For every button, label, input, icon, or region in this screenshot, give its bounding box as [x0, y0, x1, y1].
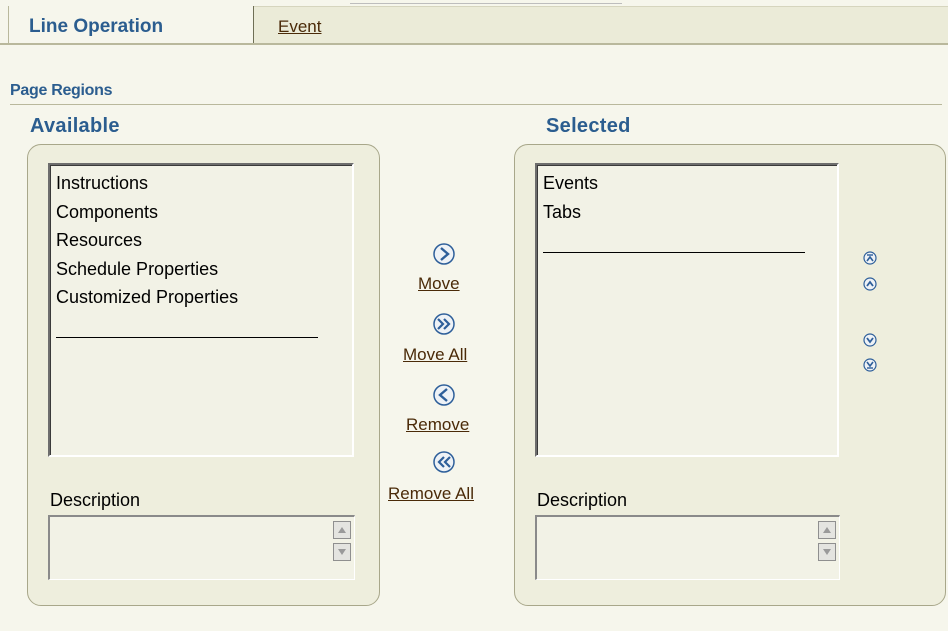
- move-up-icon[interactable]: [863, 277, 877, 291]
- scroll-up-button[interactable]: [818, 521, 836, 539]
- remove-icon[interactable]: [432, 383, 456, 407]
- available-title: Available: [30, 115, 120, 137]
- selected-description-field[interactable]: [535, 515, 840, 580]
- remove-link[interactable]: Remove: [406, 415, 469, 435]
- tab-bar: Line Operation Event: [0, 0, 948, 45]
- move-all-link[interactable]: Move All: [403, 345, 467, 365]
- available-panel: Instructions Components Resources Schedu…: [27, 144, 380, 606]
- tab-event-strip: Event: [254, 6, 948, 45]
- scroll-up-button[interactable]: [333, 521, 351, 539]
- remove-all-icon[interactable]: [432, 450, 456, 474]
- scroll-down-icon: [823, 549, 831, 555]
- available-description-label: Description: [50, 490, 141, 510]
- move-all-icon[interactable]: [432, 312, 456, 336]
- move-link[interactable]: Move: [418, 274, 460, 294]
- move-down-icon[interactable]: [863, 333, 877, 347]
- list-item[interactable]: Components: [56, 202, 158, 223]
- list-item[interactable]: Instructions: [56, 173, 148, 194]
- selected-title: Selected: [546, 115, 631, 137]
- tab-bar-topline: [350, 3, 622, 4]
- list-item[interactable]: Resources: [56, 230, 142, 251]
- move-to-bottom-icon[interactable]: [863, 358, 877, 372]
- selected-panel: Events Tabs Description: [514, 144, 946, 606]
- selected-description-label: Description: [537, 490, 628, 510]
- scroll-down-button[interactable]: [818, 543, 836, 561]
- list-item[interactable]: Events: [543, 173, 598, 194]
- available-description-field[interactable]: [48, 515, 355, 580]
- tab-bar-underline: [0, 43, 948, 45]
- tab-line-operation[interactable]: Line Operation: [8, 6, 255, 44]
- scroll-up-icon: [338, 527, 346, 533]
- move-to-top-icon[interactable]: [863, 251, 877, 265]
- tab-event[interactable]: Event: [278, 17, 321, 37]
- list-item[interactable]: Tabs: [543, 202, 581, 223]
- section-divider: [10, 104, 942, 105]
- selected-listbox[interactable]: Events Tabs: [535, 163, 839, 457]
- tab-line-operation-label: Line Operation: [29, 16, 164, 37]
- remove-all-link[interactable]: Remove All: [388, 484, 474, 504]
- list-item[interactable]: Schedule Properties: [56, 259, 218, 280]
- scroll-up-icon: [823, 527, 831, 533]
- scroll-down-button[interactable]: [333, 543, 351, 561]
- scroll-down-icon: [338, 549, 346, 555]
- list-separator: [56, 337, 318, 338]
- list-item[interactable]: Customized Properties: [56, 287, 238, 308]
- list-separator: [543, 252, 805, 253]
- available-listbox[interactable]: Instructions Components Resources Schedu…: [48, 163, 354, 457]
- section-title: Page Regions: [10, 82, 113, 99]
- move-icon[interactable]: [432, 242, 456, 266]
